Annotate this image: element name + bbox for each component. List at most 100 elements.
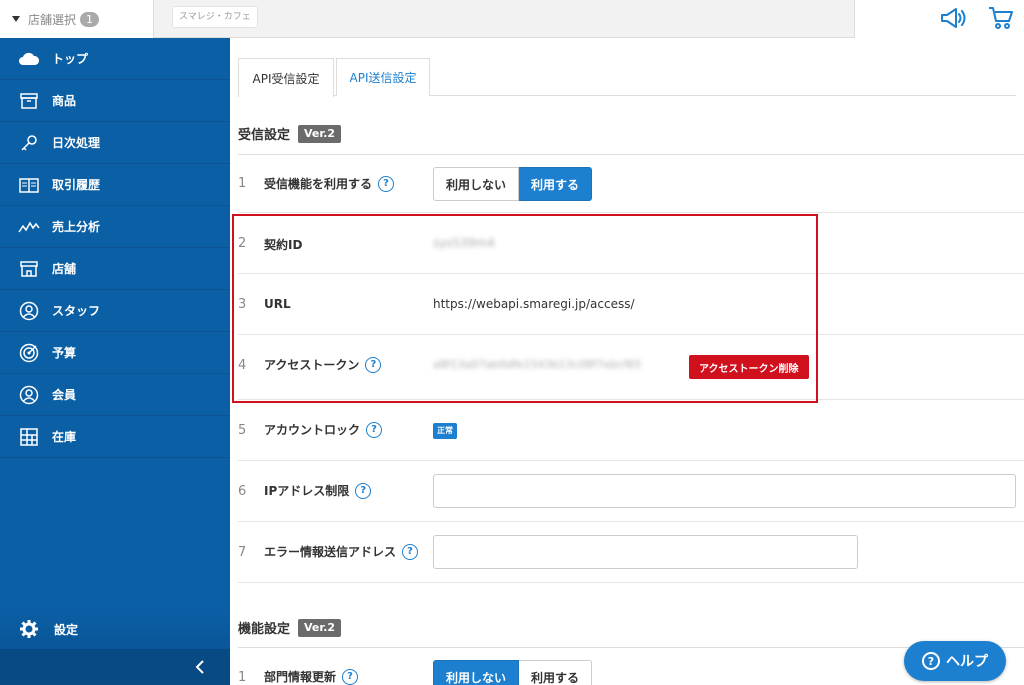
sidebar-item-inventory[interactable]: 在庫 bbox=[0, 416, 230, 458]
row-label: URL bbox=[264, 297, 291, 311]
sidebar: トップ 商品 日次処理 取引履歴 売上分析 店舗 スタッフ 予算 会員 在庫 設… bbox=[0, 38, 230, 685]
top-right-actions bbox=[854, 0, 1024, 38]
sidebar-collapse-button[interactable] bbox=[0, 649, 230, 685]
ip-restriction-input[interactable] bbox=[433, 474, 1016, 508]
sidebar-item-staff[interactable]: スタッフ bbox=[0, 290, 230, 332]
sidebar-item-members[interactable]: 会員 bbox=[0, 374, 230, 416]
sidebar-item-label: 会員 bbox=[52, 388, 77, 402]
help-button[interactable]: ? ヘルプ bbox=[904, 641, 1006, 681]
help-icon[interactable]: ? bbox=[366, 421, 383, 438]
option-disable-button[interactable]: 利用しない bbox=[433, 167, 520, 201]
sidebar-item-label: 商品 bbox=[52, 94, 77, 108]
receive-section-title: 受信設定 Ver.2 bbox=[238, 124, 342, 143]
help-icon[interactable]: ? bbox=[378, 175, 395, 192]
store-name-chip[interactable]: スマレジ・カフェ bbox=[172, 6, 258, 28]
grid-icon bbox=[18, 427, 40, 447]
sidebar-item-label: 店舗 bbox=[52, 262, 77, 276]
row-number: 1 bbox=[238, 670, 247, 685]
staff-icon bbox=[18, 301, 40, 321]
sidebar-item-label: スタッフ bbox=[52, 304, 101, 318]
row-label: アクセストークン ? bbox=[264, 356, 382, 373]
sidebar-item-label: トップ bbox=[52, 52, 89, 66]
setting-row-ip-restriction: 6 IPアドレス制限 ? bbox=[238, 462, 1024, 522]
error-email-input[interactable] bbox=[433, 535, 858, 569]
setting-row-url: 3 URL https://webapi.smaregi.jp/access/ bbox=[238, 275, 1024, 335]
version-badge: Ver.2 bbox=[298, 618, 342, 637]
target-icon bbox=[18, 343, 40, 363]
sidebar-item-products[interactable]: 商品 bbox=[0, 80, 230, 122]
store-count-badge: 1 bbox=[80, 11, 100, 27]
sidebar-item-daily[interactable]: 日次処理 bbox=[0, 122, 230, 164]
help-icon[interactable]: ? bbox=[402, 543, 419, 560]
question-circle-icon: ? bbox=[922, 652, 940, 670]
book-icon bbox=[18, 175, 40, 195]
help-icon[interactable]: ? bbox=[355, 482, 372, 499]
row-number: 1 bbox=[238, 176, 247, 191]
sidebar-settings-label: 設定 bbox=[54, 622, 79, 637]
row-number: 5 bbox=[238, 423, 247, 438]
sidebar-item-settings[interactable]: 設定 bbox=[0, 609, 230, 649]
chart-line-icon bbox=[18, 217, 40, 237]
row-number: 3 bbox=[238, 297, 247, 312]
option-disable-button[interactable]: 利用しない bbox=[433, 660, 520, 685]
setting-row-contract-id: 2 契約ID sys539m4 bbox=[238, 214, 1024, 274]
row-label: IPアドレス制限 ? bbox=[264, 482, 372, 499]
sidebar-item-label: 日次処理 bbox=[52, 136, 101, 150]
store-icon bbox=[18, 259, 40, 279]
row-label: 部門情報更新 ? bbox=[264, 668, 359, 685]
row-number: 2 bbox=[238, 236, 247, 251]
setting-row-receive-enable: 1 受信機能を利用する ? 利用しない 利用する bbox=[238, 155, 1024, 213]
section-title-text: 受信設定 bbox=[238, 128, 291, 143]
row-label-text: IPアドレス制限 bbox=[264, 484, 350, 498]
version-badge: Ver.2 bbox=[298, 124, 342, 143]
row-number: 6 bbox=[238, 484, 247, 499]
row-label-text: エラー情報送信アドレス bbox=[264, 545, 397, 559]
setting-row-error-email: 7 エラー情報送信アドレス ? bbox=[238, 523, 1024, 583]
tab-api-receive[interactable]: API受信設定 bbox=[238, 58, 334, 97]
contract-id-value: sys539m4 bbox=[433, 236, 495, 250]
receive-enable-toggle: 利用しない 利用する bbox=[433, 167, 593, 201]
help-button-label: ヘルプ bbox=[946, 654, 988, 670]
sidebar-item-label: 取引履歴 bbox=[52, 178, 101, 192]
url-value: https://webapi.smaregi.jp/access/ bbox=[433, 297, 635, 311]
sidebar-item-store[interactable]: 店舗 bbox=[0, 248, 230, 290]
row-label: エラー情報送信アドレス ? bbox=[264, 543, 419, 560]
function-section-title: 機能設定 Ver.2 bbox=[238, 618, 342, 637]
help-icon[interactable]: ? bbox=[365, 356, 382, 373]
access-token-value: a8f13a07ab0dfe1543b13c08f7ebcf65 bbox=[433, 358, 642, 371]
row-label: アカウントロック ? bbox=[264, 421, 383, 438]
sidebar-item-budget[interactable]: 予算 bbox=[0, 332, 230, 374]
delete-access-token-button[interactable]: アクセストークン削除 bbox=[689, 355, 809, 379]
row-label-text: アクセストークン bbox=[264, 358, 360, 372]
help-icon[interactable]: ? bbox=[342, 668, 359, 685]
sidebar-item-history[interactable]: 取引履歴 bbox=[0, 164, 230, 206]
tab-bar: API受信設定 API送信設定 bbox=[238, 58, 1016, 97]
box-icon bbox=[18, 91, 40, 111]
row-label: 受信機能を利用する ? bbox=[264, 175, 395, 192]
member-icon bbox=[18, 385, 40, 405]
cart-icon[interactable] bbox=[987, 5, 1015, 31]
top-bar: 店舗選択 1 スマレジ・カフェ bbox=[0, 0, 1024, 38]
row-label: 契約ID bbox=[264, 238, 303, 252]
megaphone-icon[interactable] bbox=[939, 5, 967, 31]
sidebar-item-label: 予算 bbox=[52, 346, 77, 360]
main-content: API受信設定 API送信設定 受信設定 Ver.2 1 受信機能を利用する ?… bbox=[230, 38, 1024, 685]
option-enable-button[interactable]: 利用する bbox=[519, 660, 593, 685]
dropdown-triangle-icon bbox=[12, 16, 20, 22]
store-select-label: 店舗選択 bbox=[28, 12, 77, 27]
setting-row-account-lock: 5 アカウントロック ? 正常 bbox=[238, 401, 1024, 461]
sidebar-item-sales-analysis[interactable]: 売上分析 bbox=[0, 206, 230, 248]
row-number: 4 bbox=[238, 358, 247, 373]
option-enable-button[interactable]: 利用する bbox=[519, 167, 593, 201]
sidebar-item-label: 在庫 bbox=[52, 430, 77, 444]
row-label-text: 部門情報更新 bbox=[264, 670, 337, 684]
sidebar-item-label: 売上分析 bbox=[52, 220, 101, 234]
sidebar-item-top[interactable]: トップ bbox=[0, 38, 230, 80]
store-select[interactable]: 店舗選択 1 bbox=[0, 0, 154, 38]
setting-row-access-token: 4 アクセストークン ? a8f13a07ab0dfe1543b13c08f7e… bbox=[238, 336, 1024, 400]
department-update-toggle: 利用しない 利用する bbox=[433, 660, 593, 685]
cloud-icon bbox=[18, 49, 40, 69]
chevron-left-icon bbox=[195, 660, 204, 674]
tab-api-send[interactable]: API送信設定 bbox=[336, 58, 430, 96]
gear-icon bbox=[20, 620, 38, 638]
